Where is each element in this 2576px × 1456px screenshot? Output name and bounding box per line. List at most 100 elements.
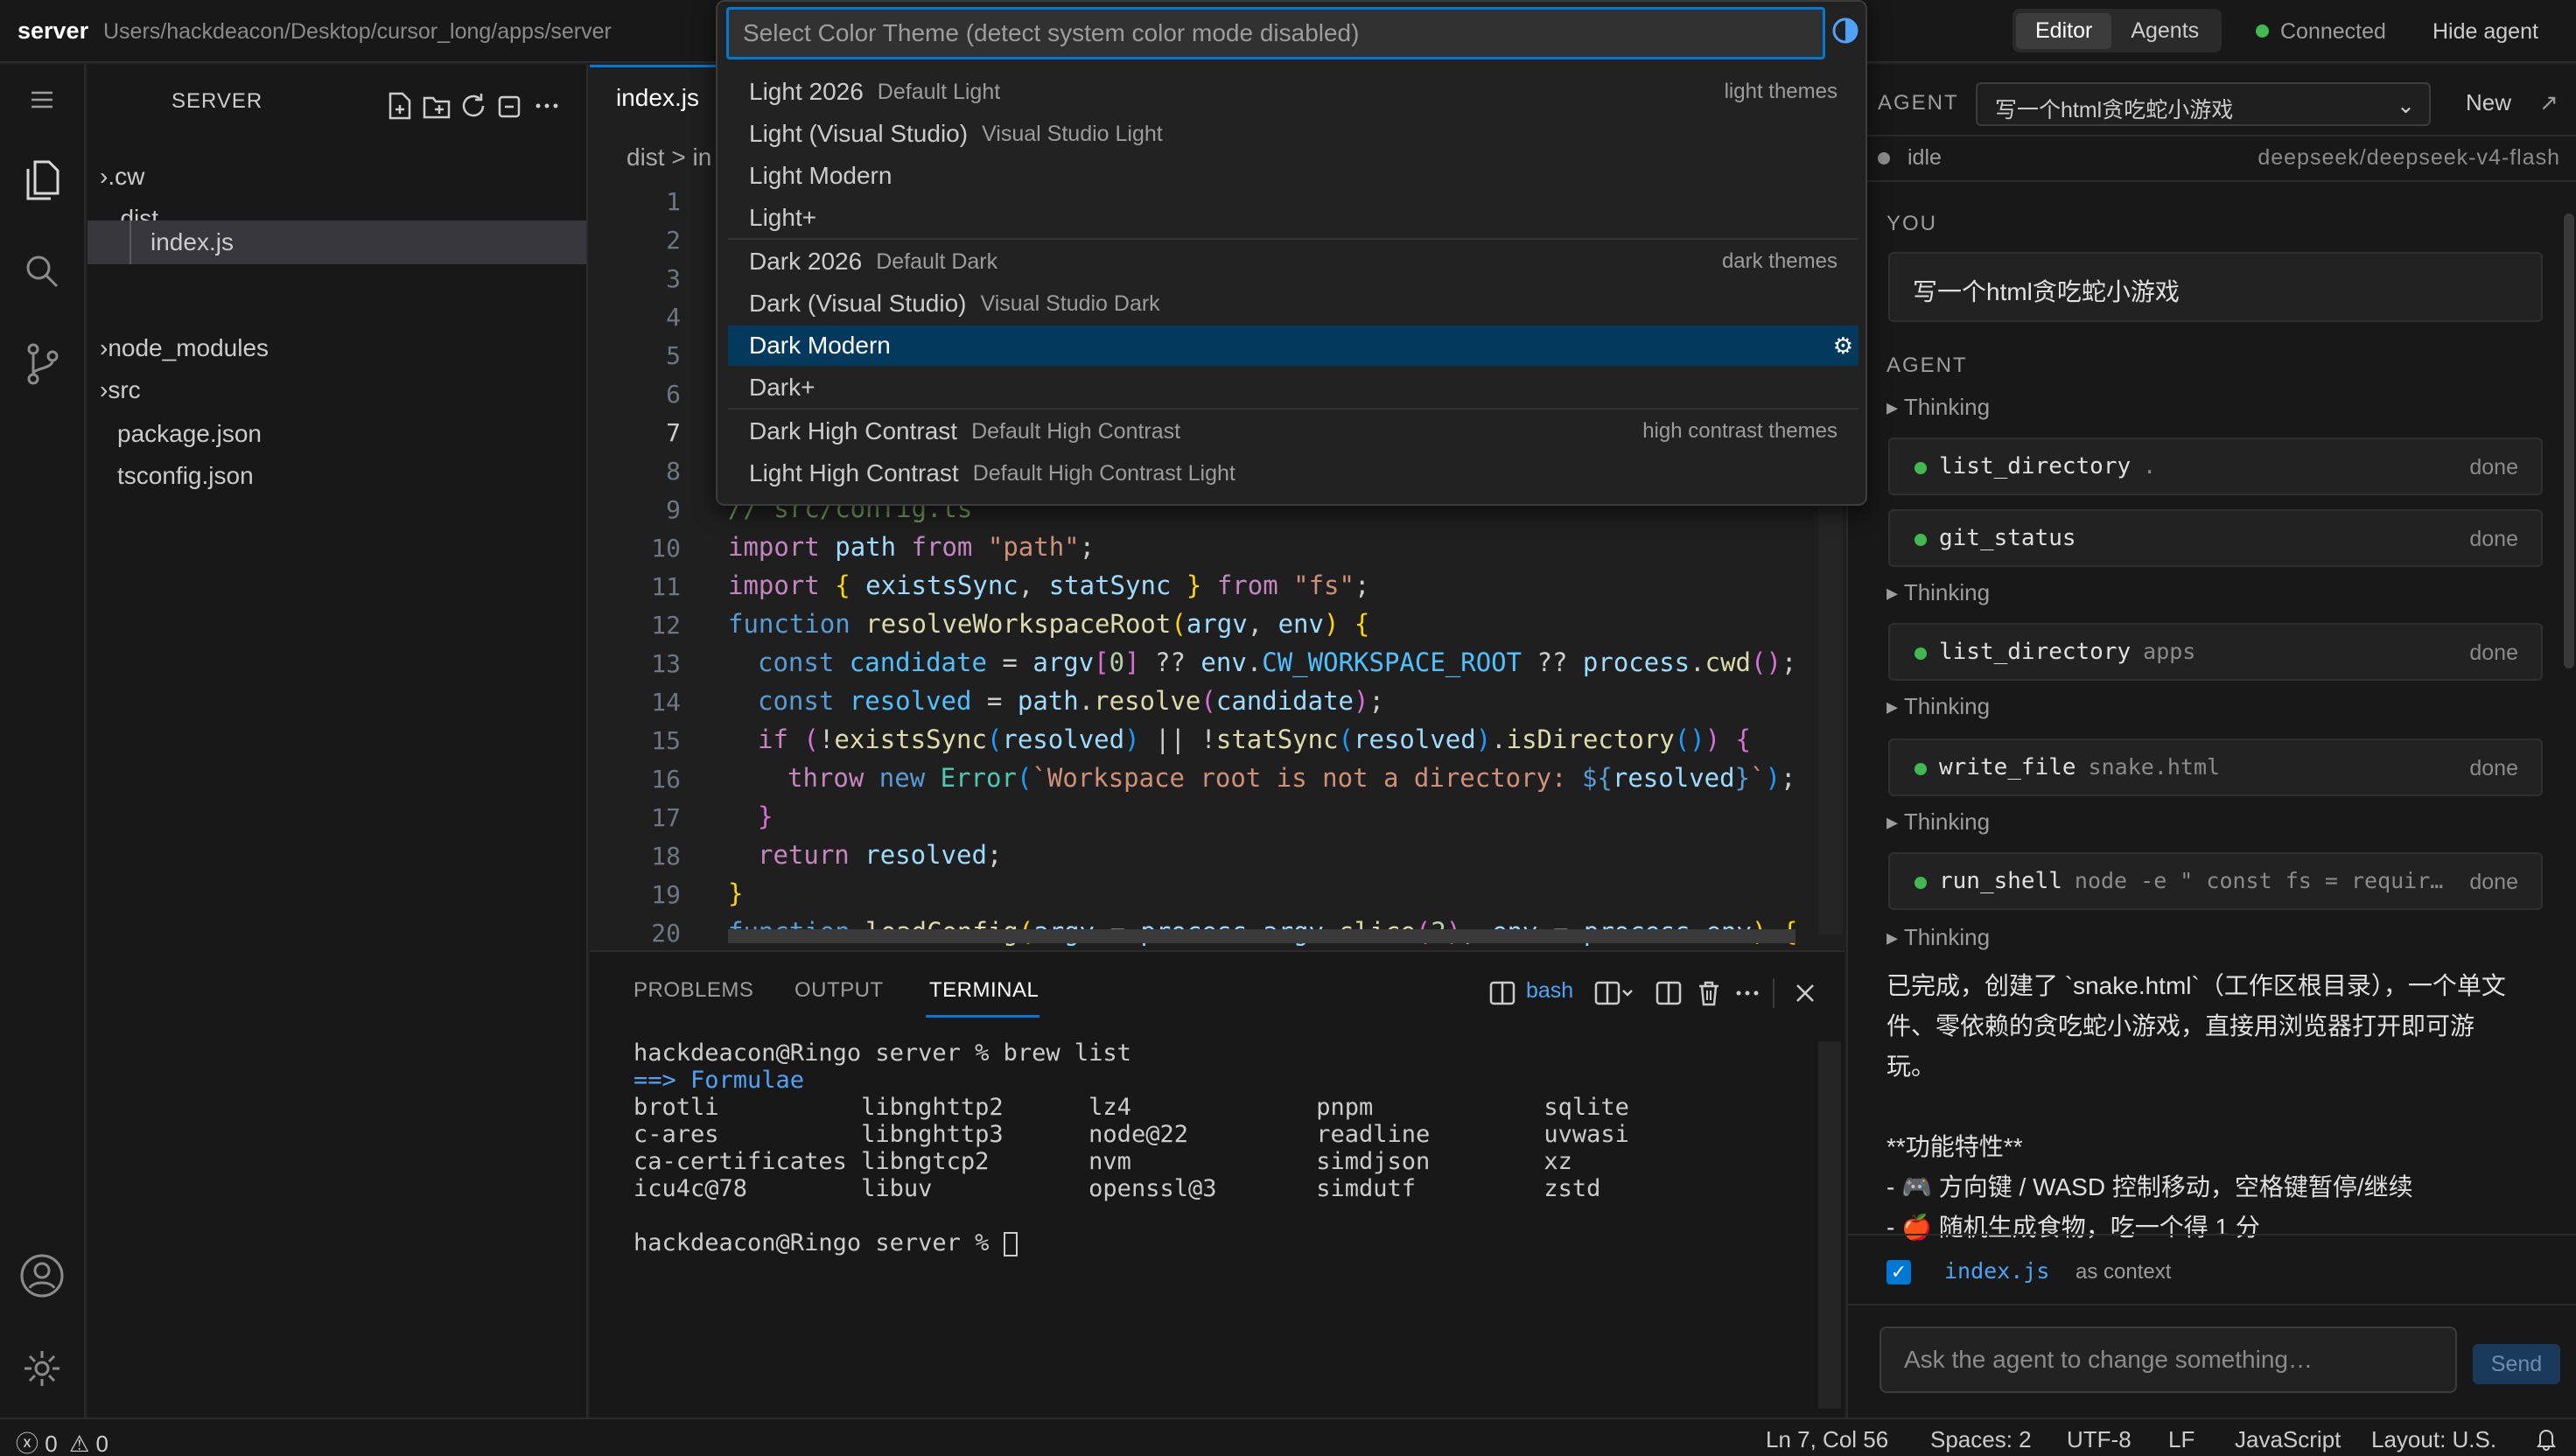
line-number: 2 — [666, 226, 681, 255]
tab-problems[interactable]: PROBLEMS — [634, 978, 753, 1003]
you-label: YOU — [1886, 212, 1938, 235]
indentation[interactable]: Spaces: 2 — [1930, 1426, 2032, 1453]
code-line-13[interactable]: const candidate = argv[0] ?? env.CW_WORK… — [758, 648, 1796, 677]
terminal-prompt[interactable]: hackdeacon@Ringo server % — [634, 1229, 1018, 1256]
code-line-12[interactable]: function resolveWorkspaceRoot(argv, env)… — [728, 609, 1369, 639]
line-number: 6 — [666, 380, 681, 409]
terminal-line: hackdeacon@Ringo server % brew list — [634, 1040, 1131, 1067]
conversation-select[interactable]: 写一个html贪吃蛇小游戏 ⌄ — [1976, 82, 2431, 126]
refresh-icon[interactable] — [458, 91, 488, 121]
popout-icon[interactable]: ↗ — [2539, 89, 2558, 116]
terminal-cursor — [1003, 1231, 1018, 1256]
close-icon[interactable] — [1790, 978, 1820, 1008]
code-line-19[interactable]: } — [728, 878, 743, 908]
problems-indicator[interactable]: ⓧ 0 ⚠ 0 — [16, 1426, 108, 1456]
breadcrumb[interactable]: dist > in — [626, 144, 711, 172]
agent-prompt-input[interactable] — [1880, 1326, 2457, 1393]
code-line-15[interactable]: if (!existsSync(resolved) || !statSync(r… — [758, 724, 1751, 754]
tree-file-index-js[interactable]: index.js — [88, 220, 586, 264]
editor-horizontal-scrollbar[interactable] — [728, 929, 1796, 943]
line-number: 10 — [651, 534, 681, 563]
chevron-right-icon: › — [100, 334, 108, 361]
tool-status-dot — [1914, 534, 1927, 546]
chevron-right-icon: › — [100, 376, 108, 403]
tool-call[interactable]: write_file snake.html done — [1888, 738, 2543, 796]
tool-call[interactable]: list_directory apps done — [1888, 623, 2543, 681]
terminal-shell-label[interactable]: bash — [1526, 978, 1573, 1004]
source-control-icon[interactable] — [16, 338, 68, 390]
code-line-18[interactable]: return resolved; — [758, 840, 1002, 870]
context-file[interactable]: index.js — [1944, 1258, 2049, 1284]
new-folder-icon[interactable] — [422, 91, 452, 121]
cursor-position[interactable]: Ln 7, Col 56 — [1766, 1426, 1888, 1453]
tree-folder-node-modules[interactable]: › node_modules — [100, 327, 586, 369]
keyboard-layout[interactable]: Layout: U.S. — [2371, 1426, 2496, 1453]
thinking-toggle[interactable]: ▸ Thinking — [1886, 693, 1990, 720]
contrast-icon[interactable] — [1830, 16, 1860, 46]
hide-agent-button[interactable]: Hide agent — [2432, 19, 2538, 45]
tab-index-js[interactable]: index.js — [590, 65, 723, 128]
thinking-toggle[interactable]: ▸ Thinking — [1886, 579, 1990, 606]
tab-output[interactable]: OUTPUT — [794, 978, 884, 1003]
chevron-right-icon: › — [100, 163, 108, 190]
search-icon[interactable] — [16, 245, 68, 298]
divider — [1848, 135, 2576, 136]
terminal-scrollbar[interactable] — [1818, 1041, 1841, 1409]
theme-option[interactable]: Dark High Contrast Default High Contrast h… — [728, 411, 1858, 452]
settings-gear-icon[interactable] — [16, 1342, 68, 1395]
agent-scrollbar[interactable] — [2564, 214, 2574, 668]
theme-option[interactable]: Dark+ — [728, 368, 1858, 408]
agents-view-button[interactable]: Agents — [2111, 13, 2218, 49]
theme-option[interactable]: Light (Visual Studio) Visual Studio Light — [728, 114, 1858, 154]
more-icon[interactable] — [1732, 978, 1762, 1008]
send-button[interactable]: Send — [2473, 1344, 2560, 1384]
line-number: 11 — [651, 572, 681, 601]
code-line-14[interactable]: const resolved = path.resolve(candidate)… — [758, 686, 1384, 716]
language-mode[interactable]: JavaScript — [2235, 1426, 2341, 1453]
context-checkbox[interactable]: ✓ — [1886, 1260, 1911, 1284]
trash-icon[interactable] — [1694, 978, 1724, 1008]
thinking-toggle[interactable]: ▸ Thinking — [1886, 808, 1990, 836]
theme-option[interactable]: Light+ — [728, 198, 1858, 238]
tree-file-package-json[interactable]: package.json — [117, 413, 586, 455]
line-ending[interactable]: LF — [2168, 1426, 2194, 1453]
bell-icon[interactable] — [2534, 1426, 2558, 1456]
theme-option[interactable]: Light 2026 Default Light light themes — [728, 72, 1858, 112]
theme-option[interactable]: Dark Modern ⚙ — [728, 326, 1858, 366]
terminal-layout-icon[interactable] — [1592, 978, 1634, 1008]
tab-terminal[interactable]: TERMINAL — [929, 978, 1039, 1003]
tree-folder-cw[interactable]: › .cw — [100, 156, 586, 198]
more-icon[interactable] — [532, 91, 562, 121]
tool-call[interactable]: git_status done — [1888, 509, 2543, 567]
theme-option[interactable]: Light Modern — [728, 156, 1858, 196]
terminal-split-icon[interactable] — [1488, 978, 1517, 1008]
code-line-16[interactable]: throw new Error(`Workspace root is not a… — [788, 763, 1796, 793]
thinking-toggle[interactable]: ▸ Thinking — [1886, 394, 1990, 421]
activity-bar — [0, 65, 86, 1418]
theme-option[interactable]: Dark (Visual Studio) Visual Studio Dark — [728, 284, 1858, 324]
terminal-line: brotli libnghttp2 lz4 pnpm sqlite — [634, 1094, 1629, 1121]
collapse-all-icon[interactable] — [495, 91, 525, 121]
files-icon[interactable] — [16, 154, 68, 206]
editor-view-button[interactable]: Editor — [2016, 12, 2112, 49]
theme-option[interactable]: Dark 2026 Default Dark dark themes — [728, 242, 1858, 282]
thinking-toggle[interactable]: ▸ Thinking — [1886, 924, 1990, 951]
split-icon[interactable] — [1654, 978, 1684, 1008]
account-icon[interactable] — [16, 1250, 68, 1302]
theme-option[interactable]: Light High Contrast Default High Contrast… — [728, 453, 1858, 494]
encoding[interactable]: UTF-8 — [2067, 1426, 2132, 1453]
new-file-icon[interactable] — [385, 91, 415, 121]
code-line-17[interactable]: } — [758, 802, 773, 831]
menu-icon[interactable] — [16, 74, 68, 126]
tool-call[interactable]: list_directory. done — [1888, 438, 2543, 495]
new-conversation-button[interactable]: New — [2466, 89, 2511, 116]
quick-pick-input[interactable] — [726, 7, 1825, 60]
agent-panel: AGENT 写一个html贪吃蛇小游戏 ⌄ New ↗ idle deepsee… — [1846, 65, 2576, 1418]
tool-call[interactable]: run_shell node -e " const fs = requir… do… — [1888, 852, 2543, 910]
connection-status-dot — [2256, 24, 2269, 38]
code-line-10[interactable]: import path from "path"; — [728, 532, 1095, 562]
tree-file-tsconfig-json[interactable]: tsconfig.json — [117, 455, 586, 497]
gear-icon[interactable]: ⚙ — [1833, 332, 1853, 360]
tree-folder-src[interactable]: › src — [100, 369, 586, 411]
code-line-11[interactable]: import { existsSync, statSync } from "fs… — [728, 570, 1369, 600]
